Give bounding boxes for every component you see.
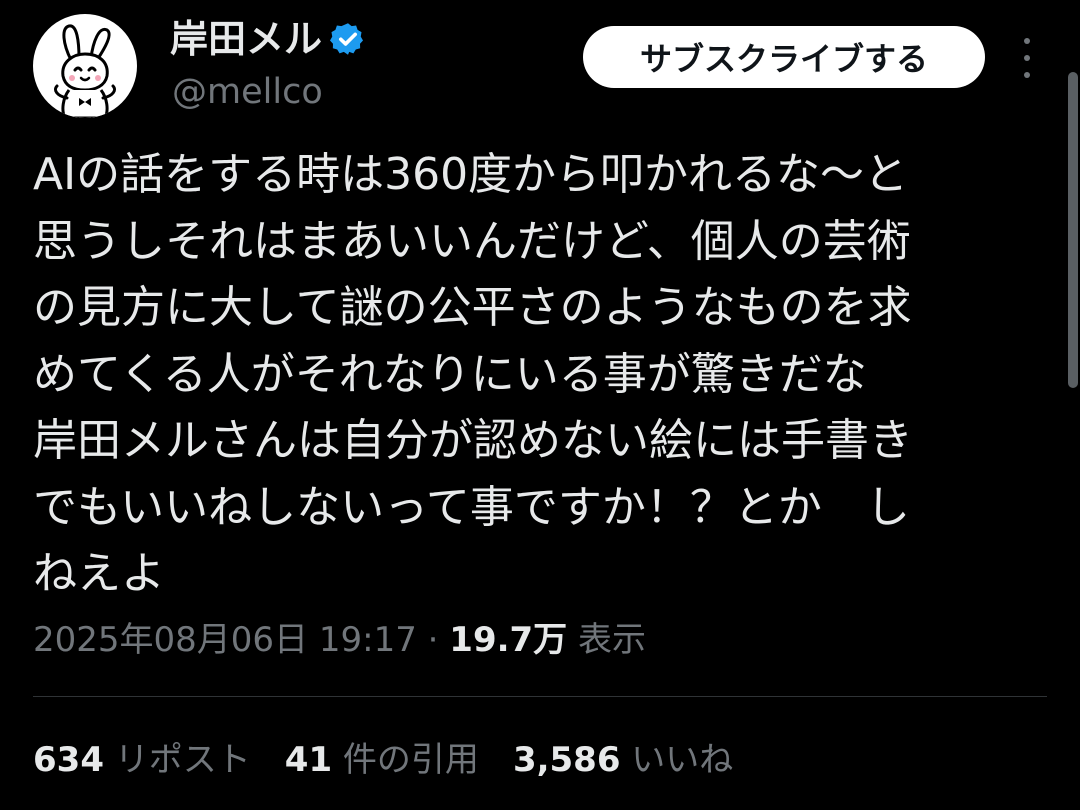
more-options-button[interactable]: [1012, 38, 1042, 78]
avatar[interactable]: [33, 14, 137, 118]
quotes-label: 件の引用: [332, 740, 479, 780]
meta-separator: ·: [416, 620, 450, 660]
tweet-line: AIの話をする時は360度から叩かれるな〜と: [33, 149, 909, 200]
tweet-meta: 2025年08月06日 19:17 · 19.7万 表示: [33, 612, 646, 668]
subscribe-button[interactable]: サブスクライブする: [583, 26, 985, 88]
quotes-stat[interactable]: 41 件の引用: [285, 732, 479, 788]
divider: [33, 696, 1047, 697]
tweet-text: AIの話をする時は360度から叩かれるな〜と 思うしそれはまあいいんだけど、個人…: [33, 142, 1043, 608]
tweet-line: 思うしそれはまあいいんだけど、個人の芸術: [33, 215, 911, 267]
tweet-timestamp[interactable]: 2025年08月06日 19:17: [33, 620, 417, 660]
author-name-row[interactable]: 岸田メル: [170, 14, 366, 64]
views-count: 19.7万: [449, 620, 568, 660]
engagement-stats: 634 リポスト 41 件の引用 3,586 いいね: [33, 732, 767, 788]
more-vertical-icon-dot: [1024, 72, 1030, 78]
verified-badge-icon[interactable]: [330, 21, 366, 57]
quotes-count: 41: [284, 740, 333, 780]
author-handle[interactable]: @mellco: [172, 68, 323, 116]
likes-stat[interactable]: 3,586 いいね: [513, 732, 733, 788]
rabbit-avatar-icon: [53, 24, 117, 118]
tweet-line: でもいいねしないって事ですか！？とか し: [33, 481, 910, 533]
more-vertical-icon-dot: [1024, 55, 1030, 61]
more-vertical-icon: [1024, 38, 1030, 44]
tweet-line: の見方に大して謎の公平さのようなものを求: [33, 282, 912, 333]
reposts-stat[interactable]: 634 リポスト: [33, 732, 251, 788]
reposts-count: 634: [33, 740, 104, 780]
scrollbar[interactable]: [1068, 72, 1078, 388]
views-label: 表示: [567, 620, 646, 660]
tweet-line: めてくる人がそれなりにいる事が驚きだな: [33, 348, 867, 400]
reposts-label: リポスト: [103, 740, 251, 780]
tweet-line: ねえよ: [33, 548, 165, 599]
likes-label: いいね: [620, 740, 734, 780]
likes-count: 3,586: [512, 740, 621, 780]
tweet-line: 岸田メルさんは自分が認めない絵には手書き: [33, 415, 913, 466]
author-display-name[interactable]: 岸田メル: [170, 14, 322, 64]
